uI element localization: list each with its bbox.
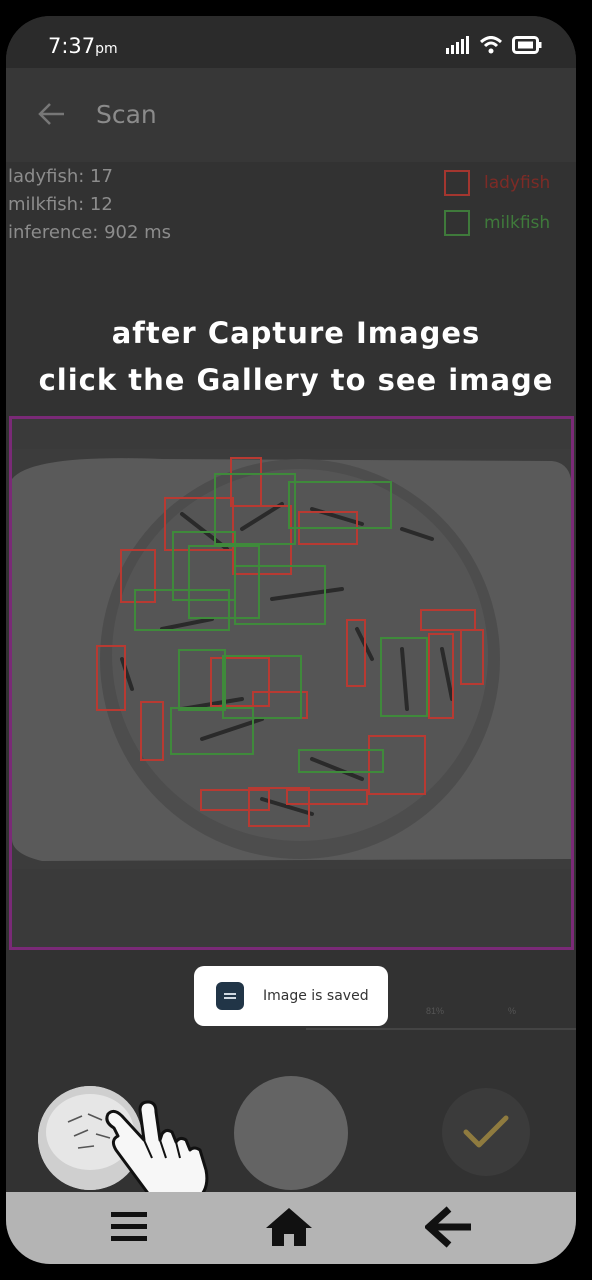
milkfish-box — [380, 637, 428, 717]
battery-icon — [512, 36, 542, 54]
back-nav-button[interactable] — [424, 1204, 474, 1250]
camera-preview — [9, 416, 574, 950]
ladyfish-count: ladyfish: 17 — [8, 166, 113, 187]
checkmark-icon — [463, 1115, 509, 1148]
milkfish-box — [170, 707, 254, 755]
legend-item-milkfish: milkfish — [444, 210, 550, 236]
menu-icon — [111, 1212, 147, 1241]
page-title: Scan — [96, 100, 157, 129]
caption-line-1: after Capture Images — [111, 316, 481, 350]
confirm-button[interactable] — [442, 1088, 530, 1176]
legend-label-ladyfish: ladyfish — [484, 173, 551, 193]
ladyfish-box — [428, 633, 454, 719]
faint-progress-line — [306, 1028, 576, 1030]
milkfish-box — [288, 481, 392, 529]
app-bar: Scan — [6, 68, 576, 162]
milkfish-swatch — [444, 210, 470, 236]
ladyfish-box — [420, 609, 476, 631]
milkfish-box — [134, 589, 230, 631]
milkfish-box — [234, 565, 326, 625]
back-nav-icon — [425, 1206, 471, 1248]
faint-label-right: % — [508, 1006, 517, 1016]
faint-label-left: 81% — [426, 1006, 445, 1016]
ladyfish-box — [346, 619, 366, 687]
ladyfish-box — [286, 789, 368, 805]
ladyfish-box — [140, 701, 164, 761]
capture-button[interactable] — [234, 1076, 348, 1190]
menu-nav-button[interactable] — [104, 1204, 154, 1250]
wifi-icon — [480, 36, 502, 54]
milkfish-count: milkfish: 12 — [8, 194, 113, 215]
legend-label-milkfish: milkfish — [484, 213, 551, 233]
milkfish-box — [298, 749, 384, 773]
home-icon — [266, 1208, 312, 1246]
inference-time: inference: 902 ms — [8, 222, 172, 243]
signal-icon — [446, 36, 469, 54]
toast-message: Image is saved — [263, 988, 369, 1004]
caption-line-2: click the Gallery to see image — [38, 363, 554, 397]
home-nav-button[interactable] — [264, 1204, 314, 1250]
detection-stats: ladyfish: 17 milkfish: 12 inference: 902… — [8, 162, 576, 258]
status-bar: 7:37pm — [6, 16, 576, 68]
legend-item-ladyfish: ladyfish — [444, 170, 550, 196]
ladyfish-swatch — [444, 170, 470, 196]
ladyfish-box — [460, 629, 484, 685]
back-arrow-icon[interactable] — [36, 98, 68, 130]
toast-notification: Image is saved — [194, 966, 388, 1026]
status-icons — [446, 36, 542, 54]
ladyfish-box — [96, 645, 126, 711]
toast-app-icon — [216, 982, 244, 1010]
status-time: 7:37pm — [48, 34, 118, 58]
milkfish-box — [178, 649, 226, 711]
system-nav-bar — [6, 1192, 576, 1264]
phone-frame: 7:37pm Scan ladyfish: 17 milkfish: 12 in… — [6, 16, 576, 1264]
